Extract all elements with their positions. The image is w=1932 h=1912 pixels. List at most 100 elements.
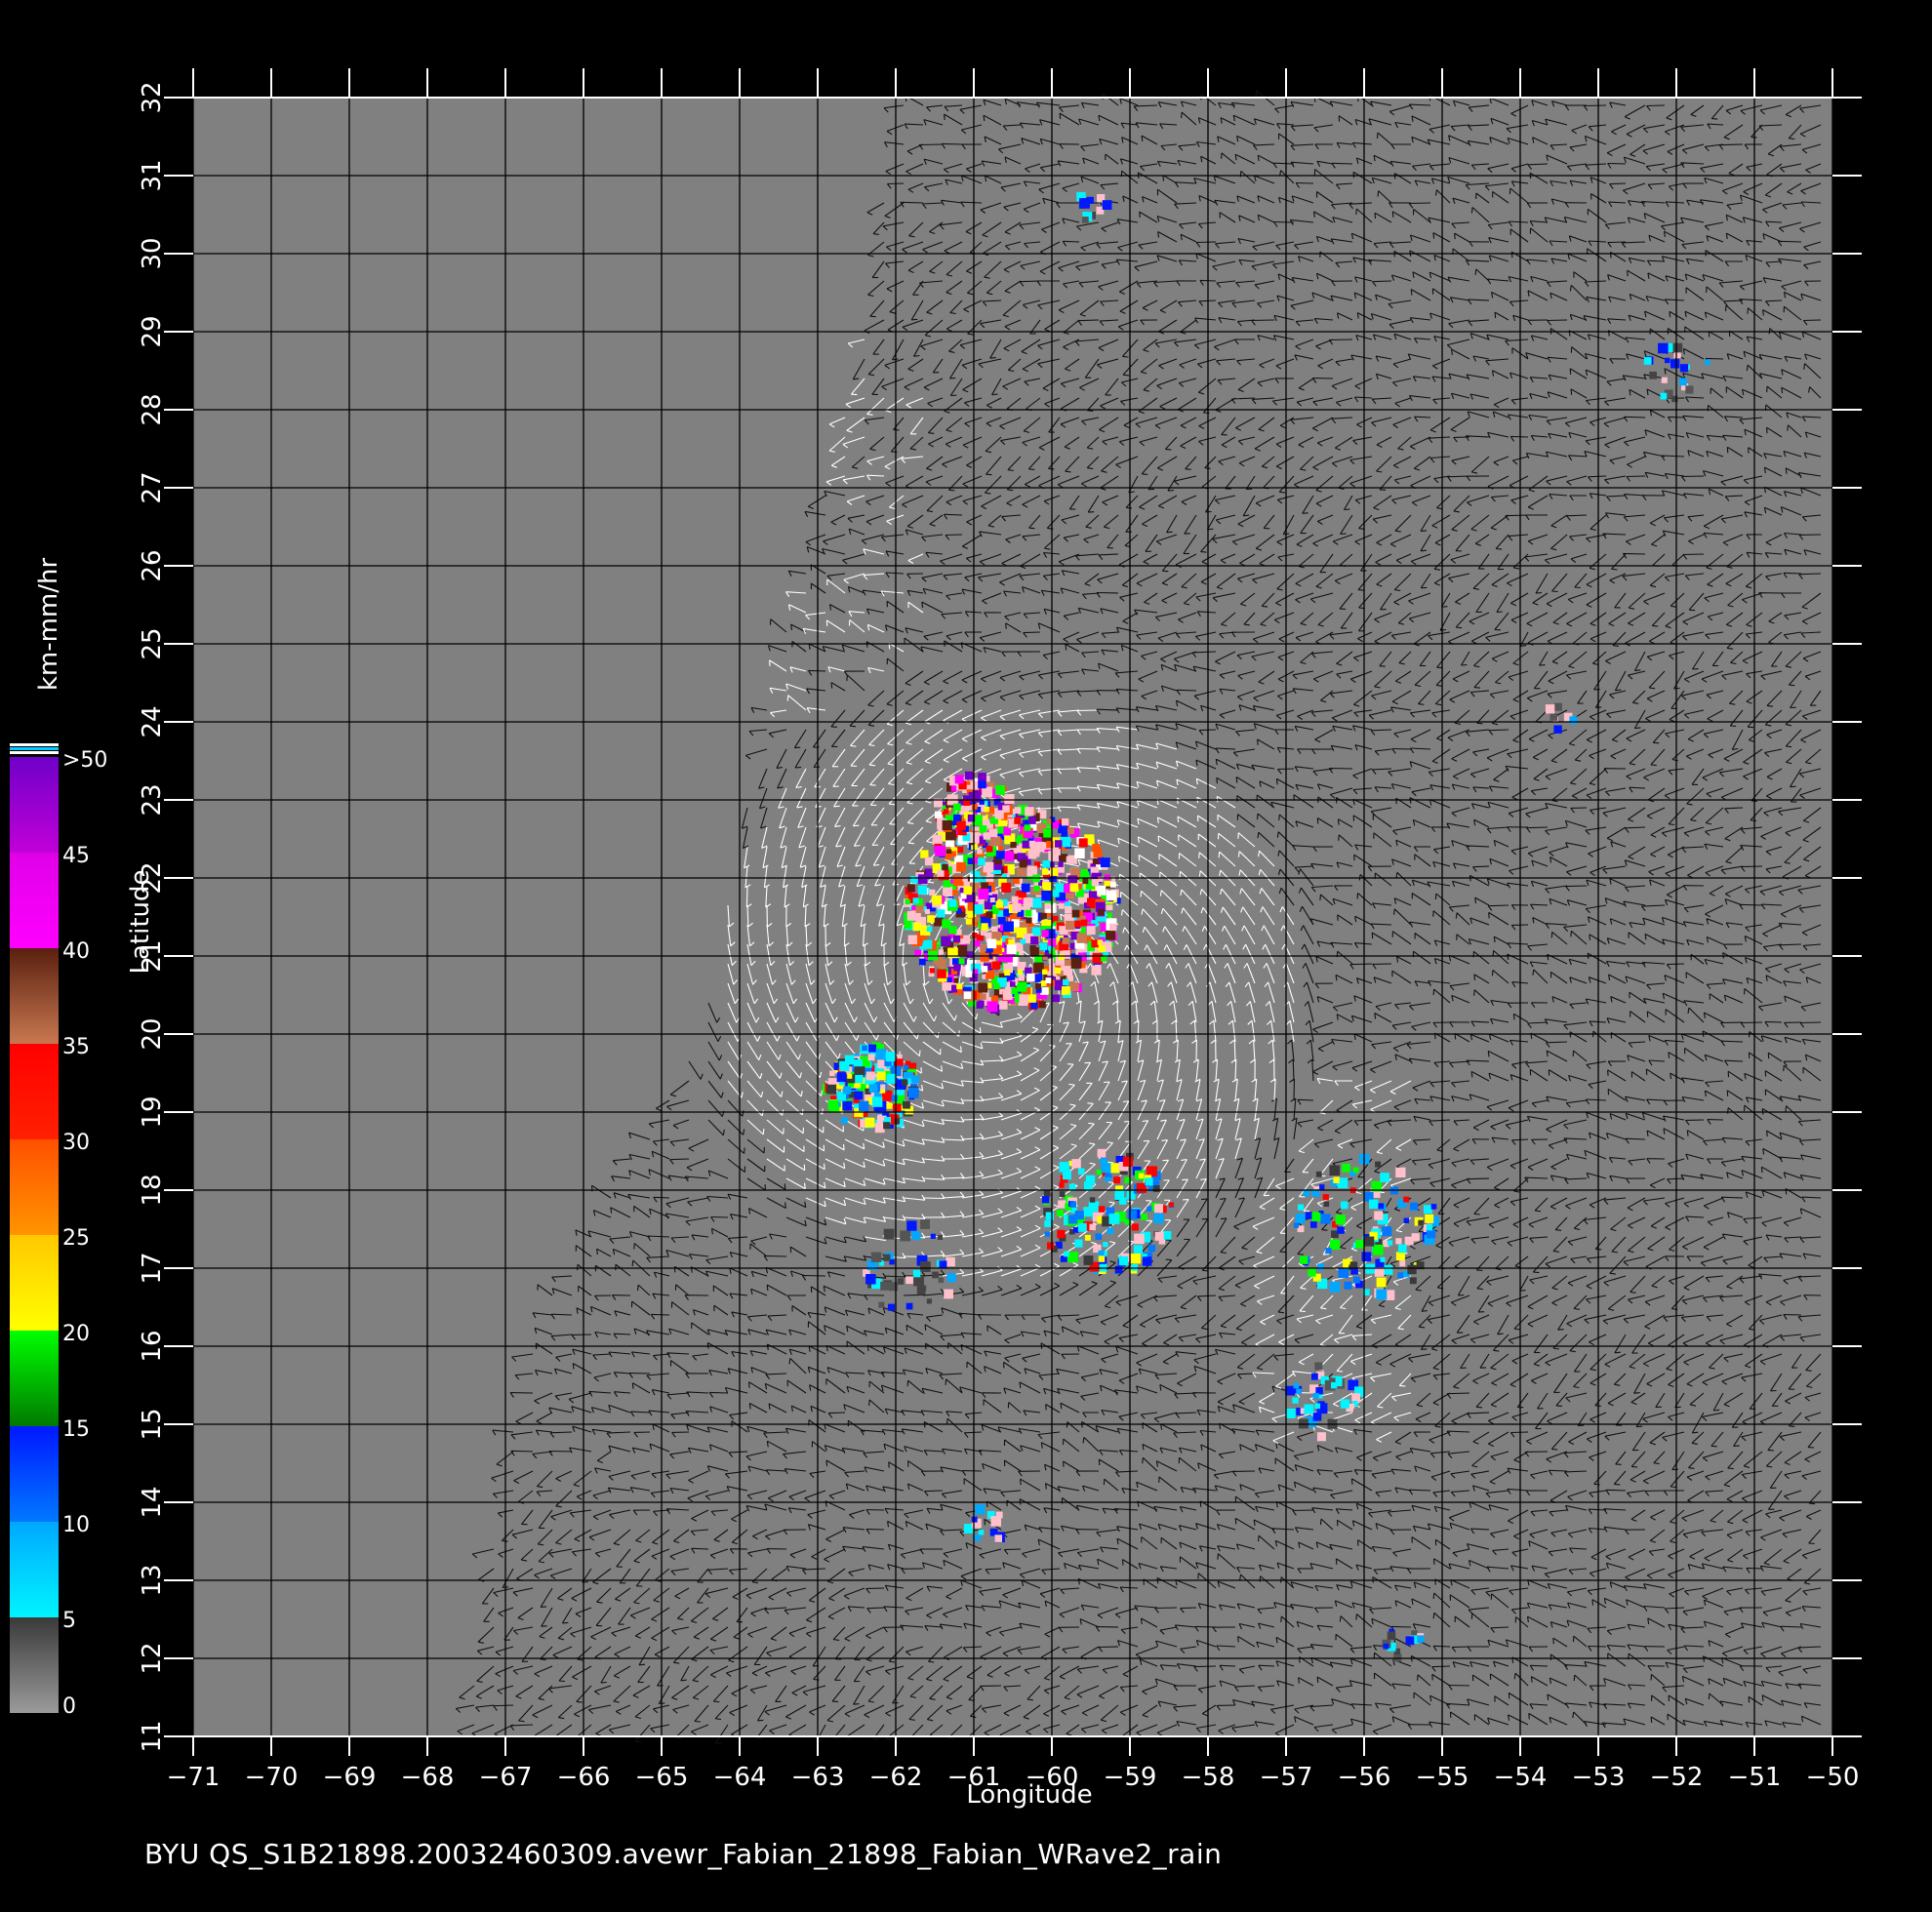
wind-barb-tick: [1321, 1229, 1328, 1231]
wind-barb-tick: [1432, 1613, 1435, 1619]
wind-barb-tick: [1142, 1457, 1144, 1464]
wind-barb-tick: [1234, 1518, 1237, 1525]
wind-barb: [1530, 1664, 1549, 1667]
wind-barb-tick: [1593, 1483, 1600, 1486]
wind-barb-tick: [1319, 1519, 1322, 1526]
wind-barb-tick: [1020, 1479, 1022, 1486]
wind-barb: [1219, 1664, 1236, 1667]
wind-barb-tick: [1432, 1558, 1435, 1565]
wind-barb-tick: [1668, 1052, 1670, 1058]
wind-barb-tick: [631, 1382, 634, 1389]
wind-barb-tick: [631, 1259, 634, 1267]
wind-barb: [1297, 1098, 1314, 1101]
wind-barb-tick: [1631, 1465, 1638, 1468]
wind-barb-tick: [1557, 1329, 1564, 1331]
wind-barb-tick: [1630, 1291, 1636, 1294]
wind-barb: [1194, 1625, 1217, 1628]
wind-barb-tick: [825, 1459, 828, 1467]
wind-barb-tick: [1432, 1592, 1435, 1600]
wind-barb-tick: [541, 1606, 547, 1608]
wind-barb: [1467, 1177, 1490, 1180]
wind-barb: [1452, 1646, 1470, 1649]
wind-barb: [1180, 1607, 1197, 1610]
wind-barb: [1448, 1684, 1470, 1687]
wind-barb-tick: [1237, 1636, 1239, 1643]
wind-barb-tick: [924, 1324, 927, 1331]
wind-barb-tick: [1573, 1675, 1576, 1682]
wind-barb-tick: [1805, 1370, 1812, 1372]
wind-barb-tick: [1104, 1081, 1110, 1084]
wind-barb-tick: [1432, 989, 1435, 996]
wind-barb-tick: [634, 1740, 642, 1743]
wind-barb: [1645, 1490, 1666, 1493]
wind-barb-tick: [1197, 1573, 1199, 1579]
wind-barb-tick: [1552, 1638, 1554, 1645]
wind-barb-tick: [1280, 1615, 1282, 1622]
wind-barb-tick: [1473, 1213, 1480, 1215]
wind-barb-tick: [633, 1243, 635, 1250]
wind-barb-tick: [1607, 1069, 1609, 1076]
wind-barb: [828, 1412, 846, 1414]
wind-barb-tick: [600, 1681, 607, 1684]
wind-barb: [1390, 1625, 1412, 1628]
wind-barb-tick: [1182, 1178, 1188, 1181]
wind-barb-tick: [1121, 1559, 1124, 1566]
wind-barb: [1447, 1392, 1470, 1395]
wind-barb: [1193, 1665, 1217, 1668]
wind-barb: [865, 1528, 885, 1531]
wind-barb: [1549, 1469, 1568, 1472]
wind-barb-tick: [1316, 1677, 1319, 1684]
wind-barb: [1605, 1489, 1627, 1492]
wind-barb-tick: [868, 1399, 870, 1406]
wind-barb: [493, 1704, 514, 1707]
wind-barb: [1588, 1645, 1607, 1648]
wind-barb-tick: [1299, 1310, 1306, 1313]
wind-barb-tick: [572, 1363, 575, 1370]
wind-barb-tick: [853, 1703, 860, 1705]
wind-barb-tick: [1476, 1269, 1483, 1272]
wind-barb-tick: [577, 1264, 579, 1271]
wind-barb-tick: [1350, 1478, 1353, 1485]
wind-barb-tick: [757, 1719, 764, 1722]
wind-barb-tick: [1766, 1131, 1768, 1137]
wind-barb-tick: [1614, 1483, 1621, 1486]
wind-barb-tick: [1382, 1212, 1389, 1214]
wind-barb-tick: [1555, 1229, 1562, 1231]
wind-barb: [865, 1587, 885, 1590]
wind-barb: [1800, 1021, 1822, 1024]
wind-barb-tick: [1551, 1448, 1558, 1451]
wind-barb-tick: [675, 1736, 682, 1739]
wind-barb-tick: [576, 1700, 583, 1703]
wind-barb-tick: [1785, 1105, 1788, 1112]
wind-barb-tick: [562, 1621, 569, 1624]
wind-barb-tick: [1165, 1258, 1172, 1261]
wind-barb-tick: [1201, 1198, 1208, 1201]
wind-barb-tick: [1760, 1167, 1763, 1174]
wind-barb: [691, 1547, 709, 1550]
wind-barb: [510, 1450, 534, 1453]
wind-barb-tick: [1417, 1674, 1419, 1681]
wind-barb-tick: [1686, 1130, 1689, 1136]
wind-barb-tick: [979, 1027, 982, 1034]
wind-barb: [1154, 1607, 1178, 1610]
wind-barb: [764, 1255, 787, 1257]
wind-barb: [1431, 1665, 1451, 1668]
wind-barb-tick: [888, 1461, 890, 1468]
wind-barb-tick: [1475, 1406, 1483, 1409]
wind-barb-tick: [1711, 1445, 1717, 1448]
wind-barb: [866, 1607, 885, 1610]
wind-barb-tick: [842, 1143, 845, 1150]
wind-barb-tick: [1636, 1425, 1643, 1428]
wind-barb-tick: [713, 1700, 720, 1703]
wind-barb-tick: [1650, 1716, 1653, 1723]
wind-barb-tick: [541, 1625, 547, 1627]
wind-barb-tick: [694, 1720, 701, 1723]
wind-barb-tick: [1165, 1239, 1172, 1241]
wind-barb: [548, 1450, 573, 1453]
wind-barb-tick: [1335, 1558, 1338, 1565]
wind-barb-tick: [1808, 1542, 1815, 1545]
wind-barb-tick: [1692, 1431, 1699, 1434]
wind-barb-tick: [1512, 1014, 1515, 1020]
wind-barb-tick: [906, 1325, 908, 1332]
wind-barb-tick: [1633, 1392, 1640, 1394]
